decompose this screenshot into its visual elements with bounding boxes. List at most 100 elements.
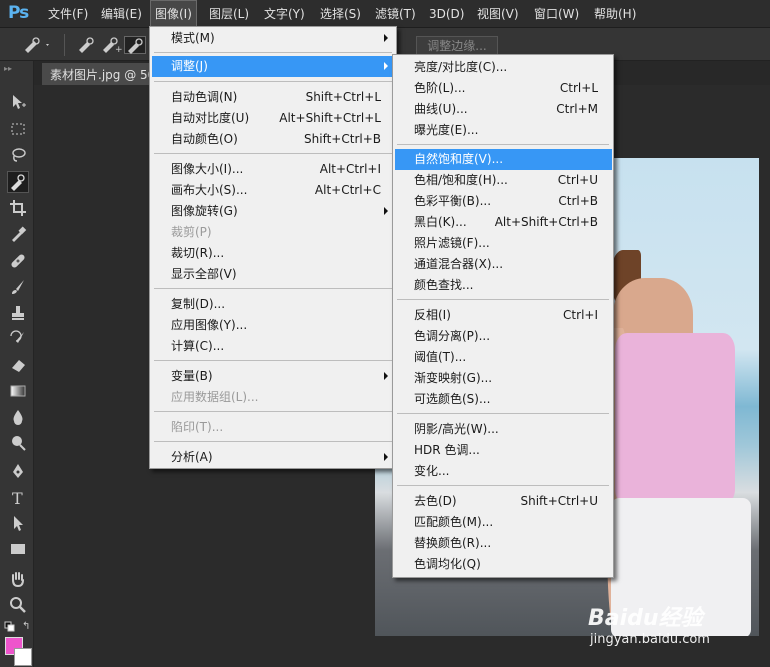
menu-item-adjustments[interactable]: 调整(J) <box>152 56 395 77</box>
quick-selection-preset-icon[interactable] <box>22 36 49 54</box>
rectangle-tool-icon[interactable] <box>7 538 29 560</box>
submenu-arrow-icon <box>384 453 388 461</box>
quick-selection-tool-icon[interactable] <box>7 171 29 193</box>
menu-item-label: 自动颜色(O) <box>171 132 238 146</box>
menu-item-analysis[interactable]: 分析(A) <box>152 447 395 468</box>
menu-item-shortcut: Ctrl+M <box>556 102 598 116</box>
menu-item-image-rotation[interactable]: 图像旋转(G) <box>152 201 395 222</box>
move-tool-icon[interactable] <box>7 91 29 113</box>
menu-item-auto-contrast[interactable]: 自动对比度(U) Alt+Shift+Ctrl+L <box>152 108 395 129</box>
menu-item-levels[interactable]: 色阶(L)... Ctrl+L <box>395 78 612 99</box>
menu-item-canvas-size[interactable]: 画布大小(S)... Alt+Ctrl+C <box>152 180 395 201</box>
menu-item-black-white[interactable]: 黑白(K)... Alt+Shift+Ctrl+B <box>395 212 612 233</box>
panel-grip-icon[interactable]: ▸▸ <box>4 64 12 73</box>
menu-item-vibrance[interactable]: 自然饱和度(V)... <box>395 149 612 170</box>
healing-brush-tool-icon[interactable] <box>7 250 29 272</box>
menu-item-trim[interactable]: 裁切(R)... <box>152 243 395 264</box>
menu-item-label: 可选颜色(S)... <box>414 392 491 406</box>
submenu-arrow-icon <box>384 372 388 380</box>
menu-item-apply-data-set: 应用数据组(L)... <box>152 387 395 408</box>
document-tab[interactable]: 素材图片.jpg @ 50 <box>42 63 154 85</box>
menu-item-variations[interactable]: 变化... <box>395 461 612 482</box>
menu-item-image-size[interactable]: 图像大小(I)... Alt+Ctrl+I <box>152 159 395 180</box>
menu-item-brightness-contrast[interactable]: 亮度/对比度(C)... <box>395 57 612 78</box>
menu-item-label: 图像大小(I)... <box>171 162 244 176</box>
dodge-tool-icon[interactable] <box>7 432 29 454</box>
menu-item-reveal-all[interactable]: 显示全部(V) <box>152 264 395 285</box>
menu-3d[interactable]: 3D(D) <box>429 0 464 28</box>
type-tool-icon[interactable]: T <box>7 486 29 508</box>
background-color-swatch[interactable] <box>14 648 32 666</box>
menu-type[interactable]: 文字(Y) <box>264 0 305 28</box>
gradient-tool-icon[interactable] <box>7 380 29 402</box>
default-colors-icon[interactable] <box>4 621 16 633</box>
menu-item-auto-tone[interactable]: 自动色调(N) Shift+Ctrl+L <box>152 87 395 108</box>
pen-tool-icon[interactable] <box>7 460 29 482</box>
menu-item-color-balance[interactable]: 色彩平衡(B)... Ctrl+B <box>395 191 612 212</box>
menu-edit[interactable]: 编辑(E) <box>101 0 142 28</box>
menu-item-shortcut: Ctrl+I <box>563 308 598 322</box>
menu-item-gradient-map[interactable]: 渐变映射(G)... <box>395 368 612 389</box>
menu-layer[interactable]: 图层(L) <box>209 0 249 28</box>
options-divider <box>64 34 65 56</box>
zoom-tool-icon[interactable] <box>7 594 29 616</box>
menu-help[interactable]: 帮助(H) <box>594 0 636 28</box>
menu-item-photo-filter[interactable]: 照片滤镜(F)... <box>395 233 612 254</box>
menu-item-variables[interactable]: 变量(B) <box>152 366 395 387</box>
menu-item-invert[interactable]: 反相(I) Ctrl+I <box>395 305 612 326</box>
clone-stamp-tool-icon[interactable] <box>7 302 29 324</box>
blur-tool-icon[interactable] <box>7 406 29 428</box>
menu-item-channel-mixer[interactable]: 通道混合器(X)... <box>395 254 612 275</box>
menu-window[interactable]: 窗口(W) <box>534 0 579 28</box>
menu-item-shortcut: Alt+Ctrl+C <box>314 183 381 197</box>
menu-select[interactable]: 选择(S) <box>320 0 361 28</box>
swap-colors-icon[interactable]: ↰ <box>22 621 34 633</box>
eyedropper-tool-icon[interactable] <box>7 223 29 245</box>
menu-item-shadows-highlights[interactable]: 阴影/高光(W)... <box>395 419 612 440</box>
menu-item-hdr-toning[interactable]: HDR 色调... <box>395 440 612 461</box>
menu-separator <box>154 411 392 412</box>
menu-item-label: 显示全部(V) <box>171 267 237 281</box>
history-brush-tool-icon[interactable] <box>7 328 29 350</box>
menu-item-threshold[interactable]: 阈值(T)... <box>395 347 612 368</box>
menu-image[interactable]: 图像(I) <box>150 0 197 28</box>
subtract-from-selection-icon[interactable] <box>124 36 146 54</box>
eraser-tool-icon[interactable] <box>7 354 29 376</box>
menu-item-exposure[interactable]: 曝光度(E)... <box>395 120 612 141</box>
brush-tool-icon[interactable] <box>7 276 29 298</box>
menu-item-label: 自动对比度(U) <box>171 111 250 125</box>
menu-item-label: 应用数据组(L)... <box>171 390 259 404</box>
refine-edge-button[interactable]: 调整边缘... <box>416 36 498 56</box>
menu-item-color-lookup[interactable]: 颜色查找... <box>395 275 612 296</box>
menu-item-curves[interactable]: 曲线(U)... Ctrl+M <box>395 99 612 120</box>
menu-item-label: 反相(I) <box>414 308 451 322</box>
menu-item-replace-color[interactable]: 替换颜色(R)... <box>395 533 612 554</box>
menu-item-match-color[interactable]: 匹配颜色(M)... <box>395 512 612 533</box>
menu-item-desaturate[interactable]: 去色(D) Shift+Ctrl+U <box>395 491 612 512</box>
menu-item-hue-saturation[interactable]: 色相/饱和度(H)... Ctrl+U <box>395 170 612 191</box>
new-selection-icon[interactable] <box>76 36 98 54</box>
menu-item-shortcut: Shift+Ctrl+L <box>305 90 381 104</box>
crop-tool-icon[interactable] <box>7 197 29 219</box>
menu-item-posterize[interactable]: 色调分离(P)... <box>395 326 612 347</box>
menu-file[interactable]: 文件(F) <box>48 0 88 28</box>
add-to-selection-icon[interactable]: + <box>100 36 123 55</box>
menu-item-calculations[interactable]: 计算(C)... <box>152 336 395 357</box>
menu-separator <box>397 413 609 414</box>
menu-item-label: 应用图像(Y)... <box>171 318 248 332</box>
menu-item-duplicate[interactable]: 复制(D)... <box>152 294 395 315</box>
path-selection-tool-icon[interactable] <box>7 512 29 534</box>
menu-item-label: 去色(D) <box>414 494 457 508</box>
hand-tool-icon[interactable] <box>7 568 29 590</box>
menu-item-auto-color[interactable]: 自动颜色(O) Shift+Ctrl+B <box>152 129 395 150</box>
menu-item-selective-color[interactable]: 可选颜色(S)... <box>395 389 612 410</box>
menu-item-shortcut: Shift+Ctrl+B <box>304 132 381 146</box>
menu-view[interactable]: 视图(V) <box>477 0 519 28</box>
menu-item-equalize[interactable]: 色调均化(Q) <box>395 554 612 575</box>
lasso-tool-icon[interactable] <box>7 144 29 166</box>
marquee-tool-icon[interactable] <box>7 118 29 140</box>
menu-item-label: 颜色查找... <box>414 278 474 292</box>
menu-filter[interactable]: 滤镜(T) <box>375 0 416 28</box>
menu-item-mode[interactable]: 模式(M) <box>152 28 395 49</box>
menu-item-apply-image[interactable]: 应用图像(Y)... <box>152 315 395 336</box>
